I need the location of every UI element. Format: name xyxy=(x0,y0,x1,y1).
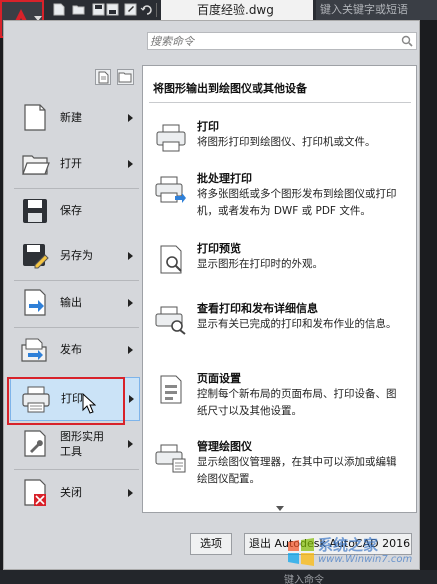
title-bar: 百度经验.dwg 键入关键字或短语 xyxy=(0,0,437,20)
menu-separator xyxy=(14,327,139,328)
submenu-header: 将图形输出到绘图仪或其他设备 xyxy=(153,82,307,95)
save-icon[interactable] xyxy=(92,3,106,16)
menu-item-label: 关闭 xyxy=(60,486,82,499)
menu-separator xyxy=(14,469,139,470)
menu-item-close[interactable]: 关闭 xyxy=(10,472,140,516)
chevron-right-icon xyxy=(128,299,133,307)
menu-item-label: 另存为 xyxy=(60,249,93,262)
plot-preview-icon xyxy=(155,244,187,276)
keyword-search-input[interactable]: 键入关键字或短语 xyxy=(316,0,437,20)
windows-logo-icon xyxy=(288,538,314,566)
menu-item-label: 保存 xyxy=(60,204,82,217)
menu-item-label: 打开 xyxy=(60,157,82,170)
menu-item-label: 图形实用 工具 xyxy=(60,430,104,458)
recent-documents-button[interactable] xyxy=(95,69,111,85)
page-setup-icon xyxy=(155,374,187,406)
submenu-item-title: 打印 xyxy=(197,120,219,133)
submenu-item-title: 管理绘图仪 xyxy=(197,440,252,453)
submenu-item-plotter-manager[interactable]: 管理绘图仪 显示绘图仪管理器，在其中可以添加或编辑绘图仪配置。 xyxy=(149,438,411,496)
chevron-right-icon xyxy=(128,114,133,122)
application-menu: 新建 打开 保存 另存为 xyxy=(3,20,420,570)
publish-icon xyxy=(20,335,50,365)
submenu-item-title: 批处理打印 xyxy=(197,172,252,185)
menu-item-label: 新建 xyxy=(60,111,82,124)
search-icon[interactable] xyxy=(401,35,413,47)
watermark-url: www.Winwin7.com xyxy=(318,554,413,565)
open-documents-button[interactable] xyxy=(117,69,134,85)
menu-item-save-as[interactable]: 另存为 xyxy=(10,235,140,279)
annotation-highlight-box xyxy=(7,377,125,425)
submenu-item-title: 查看打印和发布详细信息 xyxy=(197,302,318,315)
menu-item-open[interactable]: 打开 xyxy=(10,143,140,187)
plot-icon xyxy=(155,122,187,154)
chevron-right-icon xyxy=(128,346,133,354)
submenu-item-description: 控制每个新布局的页面布局、打印设备、图纸尺寸以及其他设置。 xyxy=(197,388,397,417)
submenu-item-description: 显示有关已完成的打印和发布作业的信息。 xyxy=(197,318,397,330)
command-prompt[interactable]: 键入命令 xyxy=(284,571,324,584)
chevron-right-icon xyxy=(128,160,133,168)
scroll-down-icon[interactable] xyxy=(276,506,284,511)
chevron-right-icon xyxy=(129,395,134,403)
open-icon[interactable] xyxy=(72,3,86,16)
options-button[interactable]: 选项 xyxy=(190,533,232,555)
menu-item-label: 输出 xyxy=(60,296,82,309)
menu-item-new[interactable]: 新建 xyxy=(10,97,140,141)
mouse-cursor-icon xyxy=(82,392,97,415)
submenu-item-description: 显示图形在打印时的外观。 xyxy=(197,258,323,270)
batch-plot-icon xyxy=(155,174,187,206)
menu-separator xyxy=(14,188,139,189)
submenu-item-description: 将图形打印到绘图仪、打印机或文件。 xyxy=(197,136,376,148)
drawing-utilities-icon xyxy=(20,429,50,459)
menu-item-drawing-utilities[interactable]: 图形实用 工具 xyxy=(10,423,140,467)
toolbar-divider xyxy=(156,3,157,17)
submenu-item-plot-preview[interactable]: 打印预览 显示图形在打印时的外观。 xyxy=(149,240,411,298)
submenu-item-plot[interactable]: 打印 将图形打印到绘图仪、打印机或文件。 xyxy=(149,118,411,176)
plotter-manager-icon xyxy=(155,442,187,474)
print-icon[interactable] xyxy=(124,3,138,16)
command-line-bar: 键入命令 xyxy=(0,570,437,584)
chevron-right-icon xyxy=(128,489,133,497)
print-submenu: 将图形输出到绘图仪或其他设备 打印 将图形打印到绘图仪、打印机或文件。 批处理打… xyxy=(142,65,417,513)
submenu-item-batch-plot[interactable]: 批处理打印 将多张图纸或多个图形发布到绘图仪或打印机，或者发布为 DWF 或 P… xyxy=(149,170,411,228)
save-icon xyxy=(20,196,50,226)
close-file-icon xyxy=(20,478,50,508)
new-icon[interactable] xyxy=(52,3,66,16)
menu-item-publish[interactable]: 发布 xyxy=(10,329,140,373)
save-as-icon xyxy=(20,241,50,271)
undo-icon[interactable] xyxy=(140,3,154,16)
submenu-item-description: 显示绘图仪管理器，在其中可以添加或编辑绘图仪配置。 xyxy=(197,456,397,485)
plot-details-icon xyxy=(155,304,187,336)
menu-item-export[interactable]: 输出 xyxy=(10,282,140,326)
chevron-right-icon xyxy=(128,252,133,260)
submenu-item-title: 打印预览 xyxy=(197,242,241,255)
document-title: 百度经验.dwg xyxy=(161,0,313,20)
command-search[interactable] xyxy=(147,32,417,50)
saveas-icon[interactable] xyxy=(106,3,120,16)
export-icon xyxy=(20,288,50,318)
submenu-item-page-setup[interactable]: 页面设置 控制每个新布局的页面布局、打印设备、图纸尺寸以及其他设置。 xyxy=(149,370,411,428)
chevron-right-icon xyxy=(128,440,133,448)
search-input[interactable] xyxy=(150,34,398,48)
new-file-icon xyxy=(20,103,50,133)
submenu-item-plot-details[interactable]: 查看打印和发布详细信息 显示有关已完成的打印和发布作业的信息。 xyxy=(149,300,411,358)
submenu-item-title: 页面设置 xyxy=(197,372,241,385)
submenu-divider xyxy=(149,102,411,103)
menu-item-save[interactable]: 保存 xyxy=(10,190,140,234)
open-folder-icon xyxy=(20,149,50,179)
watermark-title: 系统之家 xyxy=(318,536,379,554)
submenu-item-description: 将多张图纸或多个图形发布到绘图仪或打印机，或者发布为 DWF 或 PDF 文件。 xyxy=(197,188,397,217)
menu-item-label: 发布 xyxy=(60,343,82,356)
watermark: 系统之家 www.Winwin7.com xyxy=(284,530,434,570)
menu-separator xyxy=(14,280,139,281)
